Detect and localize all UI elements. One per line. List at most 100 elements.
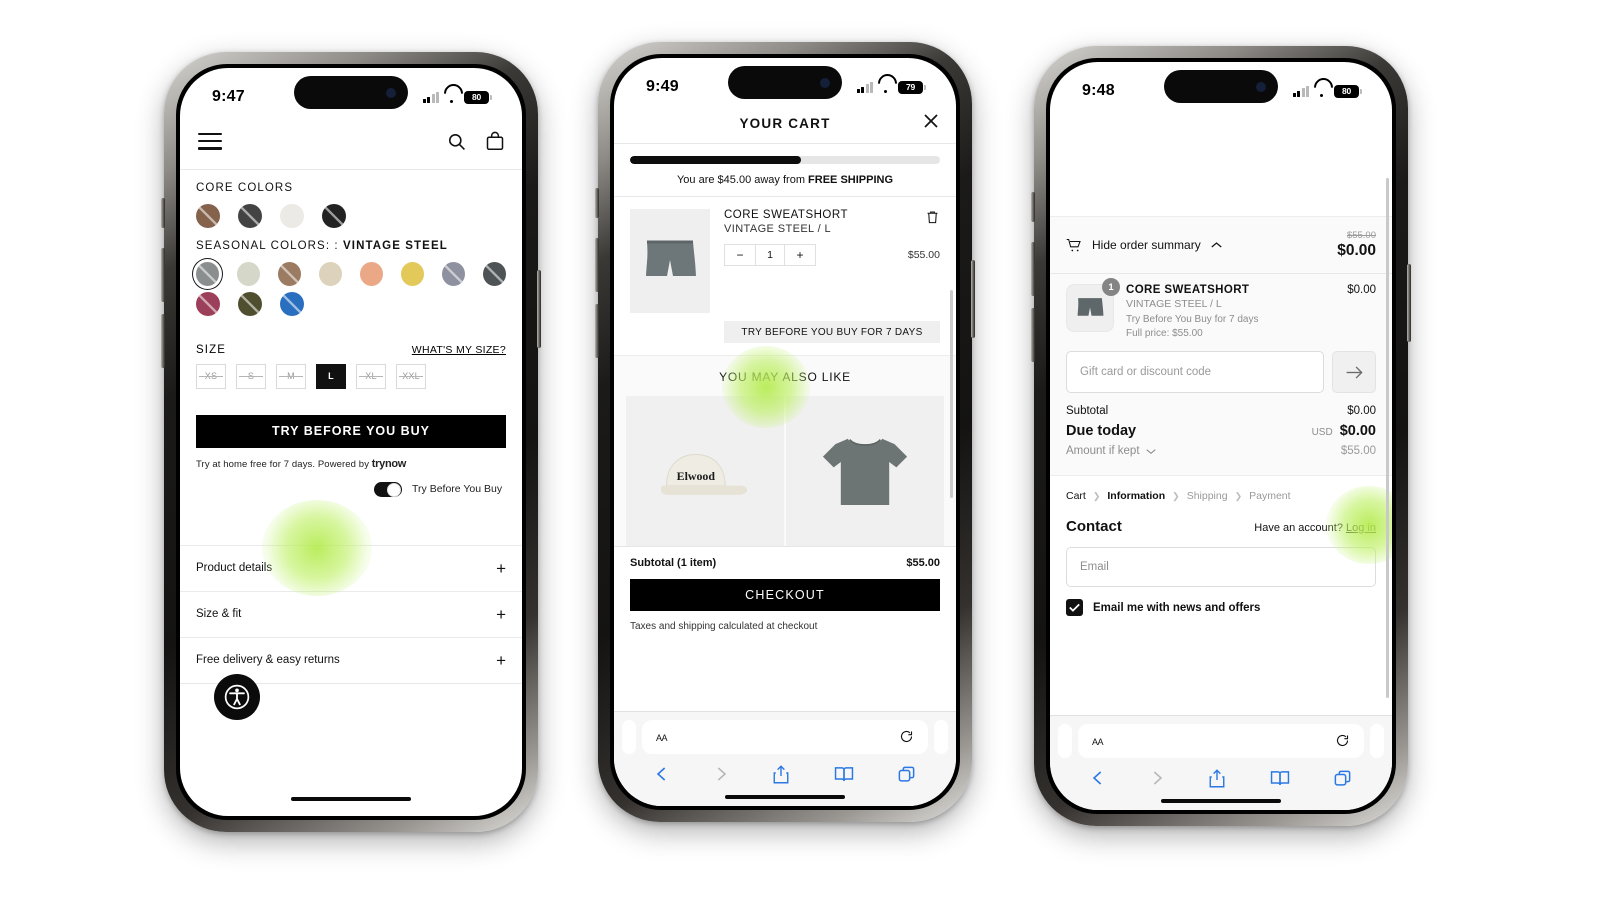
breadcrumb-information[interactable]: Information [1107,490,1165,502]
phone-bezel: 9:49 79 YOUR CART You are $45.00 away fr… [610,54,960,810]
volume-down-button[interactable] [595,304,599,358]
gift-card-input[interactable]: Gift card or discount code [1066,351,1324,393]
swatch-pale-sage[interactable] [237,261,260,286]
qty-increase-button[interactable]: + [785,245,815,265]
total-row-amount-if-kept[interactable]: Amount if kept $55.00 [1066,445,1376,457]
email-field[interactable]: Email [1066,547,1376,587]
trash-icon[interactable] [925,209,940,225]
try-before-you-buy-toggle[interactable] [374,481,402,498]
power-button[interactable] [1407,264,1411,342]
scrollbar[interactable] [1386,178,1389,698]
try-before-you-buy-button[interactable]: TRY BEFORE YOU BUY [196,414,506,448]
bookmarks-icon[interactable] [1270,769,1290,787]
order-summary-header[interactable]: Hide order summary $55.00 $0.00 [1050,217,1392,273]
volume-down-button[interactable] [1031,308,1035,362]
power-button[interactable] [971,260,975,338]
phone-checkout: 9:48 80 Hide order summary $55.00 $0.00 … [1031,46,1411,826]
mute-switch[interactable] [595,188,599,218]
volume-up-button[interactable] [1031,242,1035,296]
accordion-size-fit[interactable]: Size & fit + [180,590,522,637]
swatch-mustard[interactable] [401,261,424,286]
back-icon[interactable] [654,764,670,784]
power-button[interactable] [537,270,541,348]
cart-item-image[interactable] [630,209,710,313]
hide-order-summary-toggle[interactable]: Hide order summary [1066,238,1222,253]
size-option-s[interactable]: S [236,363,266,389]
currency-code: USD [1311,427,1333,438]
baby-tee-icon [822,438,908,506]
swatch-brown[interactable] [196,203,220,228]
share-icon[interactable] [772,764,790,785]
tab-peek-right[interactable] [1370,723,1384,758]
checkout-button[interactable]: CHECKOUT [630,579,940,611]
plus-icon[interactable]: + [496,652,506,669]
scrollbar[interactable] [950,290,953,498]
forward-icon[interactable] [1149,768,1165,788]
share-icon[interactable] [1208,768,1226,789]
address-bar[interactable]: AA [1078,723,1364,758]
reload-icon[interactable] [1335,733,1350,748]
swatch-black[interactable] [322,203,346,228]
size-options: XS S M L XL XXL [196,363,506,389]
size-option-xl[interactable]: XL [356,363,386,389]
quantity-stepper[interactable]: − 1 + [724,244,816,266]
size-option-l[interactable]: L [316,363,346,389]
swatch-dark-slate[interactable] [483,261,506,286]
swatch-off-white[interactable] [280,203,304,228]
reload-icon[interactable] [899,729,914,744]
back-icon[interactable] [1090,768,1106,788]
swatch-cobalt[interactable] [280,291,304,316]
tab-peek-left[interactable] [1058,723,1072,758]
cart-tbyb-banner[interactable]: TRY BEFORE YOU BUY FOR 7 DAYS [724,321,940,343]
volume-down-button[interactable] [161,314,165,368]
gift-card-submit-button[interactable] [1332,351,1376,393]
hamburger-icon[interactable] [198,128,222,155]
accordion-product-details[interactable]: Product details + [180,544,522,591]
recommendation-card-tee[interactable] [786,396,944,546]
size-option-m[interactable]: M [276,363,306,389]
close-icon[interactable] [922,112,940,130]
swatch-vintage-steel[interactable] [191,257,224,291]
search-icon[interactable] [447,132,466,151]
tab-peek-left[interactable] [622,719,636,754]
forward-icon[interactable] [713,764,729,784]
qty-decrease-button[interactable]: − [725,245,755,265]
login-link[interactable]: Log in [1346,522,1376,534]
shopping-bag-icon[interactable] [486,131,504,151]
chevron-down-icon[interactable] [1145,448,1156,455]
bookmarks-icon[interactable] [834,765,854,783]
plus-icon[interactable]: + [496,560,506,577]
address-bar[interactable]: AA [642,719,928,754]
size-option-xxl[interactable]: XXL [396,363,426,389]
tabs-icon[interactable] [1333,769,1352,788]
swatch-sand[interactable] [319,261,342,286]
swatch-charcoal[interactable] [238,203,262,228]
breadcrumb-payment: Payment [1249,490,1291,502]
swatch-olive[interactable] [238,291,262,316]
volume-up-button[interactable] [161,248,165,302]
newsletter-row[interactable]: Email me with news and offers [1050,587,1392,616]
accordion-label: Product details [196,562,273,575]
tabs-icon[interactable] [897,765,916,784]
mute-switch[interactable] [161,198,165,228]
tab-peek-right[interactable] [934,719,948,754]
accessibility-icon[interactable] [214,674,260,720]
plus-icon[interactable]: + [496,606,506,623]
text-size-icon[interactable]: AA [1092,734,1104,748]
chevron-up-icon[interactable] [1211,241,1222,249]
size-guide-link[interactable]: WHAT'S MY SIZE? [412,344,506,356]
breadcrumb-cart[interactable]: Cart [1066,490,1086,502]
swatch-peach[interactable] [360,261,383,286]
recommendation-card-cap[interactable]: Elwood [626,396,784,546]
chevron-right-icon: ❯ [1234,490,1243,501]
swatch-slate[interactable] [442,261,465,286]
swatch-wine[interactable] [196,291,220,316]
text-size-icon[interactable]: AA [656,730,668,744]
volume-up-button[interactable] [595,238,599,292]
swatch-taupe[interactable] [278,261,301,286]
subtotal-label: Subtotal [1066,405,1109,417]
mute-switch[interactable] [1031,192,1035,222]
battery-level: 80 [1334,84,1359,98]
newsletter-checkbox[interactable] [1066,599,1083,616]
size-option-xs[interactable]: XS [196,363,226,389]
